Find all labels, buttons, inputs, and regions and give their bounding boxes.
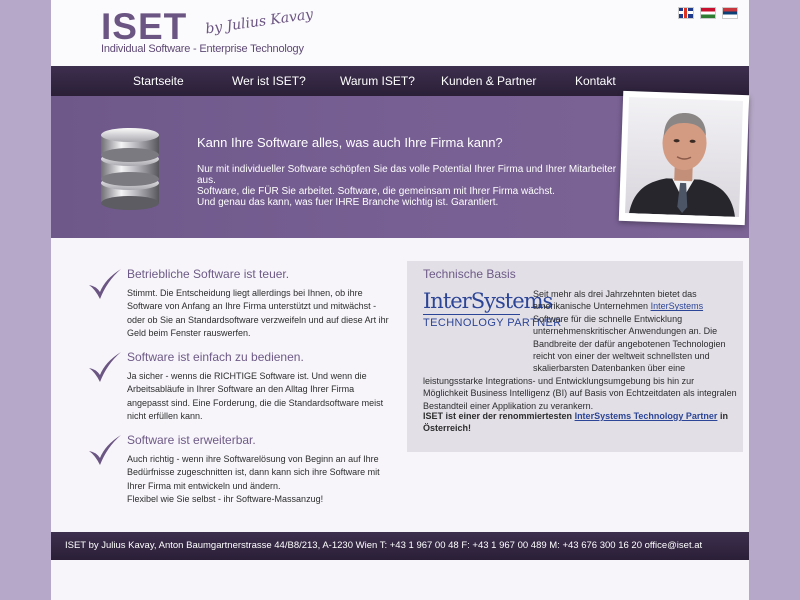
feature-text: Stimmt. Die Entscheidung liegt allerding… bbox=[127, 288, 389, 338]
nav-item-startseite[interactable]: Startseite bbox=[133, 66, 184, 96]
footer: ISET by Julius Kavay, Anton Baumgartners… bbox=[51, 532, 749, 560]
hero-banner: Kann Ihre Software alles, was auch Ihre … bbox=[51, 90, 750, 238]
person-portrait-icon bbox=[629, 113, 735, 217]
checkmark-icon bbox=[89, 352, 121, 382]
banner-line: Und genau das kann, was fuer IHRE Branch… bbox=[197, 197, 499, 208]
nav-item-kontakt[interactable]: Kontakt bbox=[575, 66, 616, 96]
banner-line: Nur mit individueller Software schöpfen … bbox=[197, 164, 617, 186]
uk-flag-icon[interactable] bbox=[678, 7, 694, 19]
panel-title: Technische Basis bbox=[423, 267, 516, 281]
feature-title: Software ist einfach zu bedienen. bbox=[127, 350, 304, 364]
checkmark-icon bbox=[89, 435, 121, 465]
banner-line: Software, die FÜR Sie arbeitet. Software… bbox=[197, 186, 555, 197]
feature-text-part: Auch richtig - wenn ihre Softwarelösung … bbox=[127, 454, 380, 491]
portrait-photo bbox=[618, 90, 750, 226]
nav-item-kunden-partner[interactable]: Kunden & Partner bbox=[441, 66, 536, 96]
serbia-flag-icon[interactable] bbox=[722, 7, 738, 19]
panel-bold-part: ISET ist einer der renommiertesten bbox=[423, 411, 575, 421]
technical-basis-panel: Technische Basis InterSystems TECHNOLOGY… bbox=[407, 261, 743, 452]
hungary-flag-icon[interactable] bbox=[700, 7, 716, 19]
intersystems-link[interactable]: InterSystems bbox=[651, 301, 704, 311]
language-switcher bbox=[678, 7, 738, 19]
header: ISET by Julius Kavay Individual Software… bbox=[51, 0, 749, 66]
footer-contact-text: ISET by Julius Kavay, Anton Baumgartners… bbox=[65, 540, 703, 551]
banner-text: Nur mit individueller Software schöpfen … bbox=[197, 164, 627, 208]
panel-partner-text: ISET ist einer der renommiertesten Inter… bbox=[423, 410, 738, 435]
feature-title: Software ist erweiterbar. bbox=[127, 433, 256, 447]
logo-text: ISET bbox=[101, 6, 188, 47]
logo-tagline: Individual Software - Enterprise Technol… bbox=[101, 43, 304, 55]
nav-item-wer-ist-iset[interactable]: Wer ist ISET? bbox=[232, 66, 306, 96]
feature-text: Ja sicher - wenns die RICHTIGE Software … bbox=[127, 371, 384, 421]
page: ISET by Julius Kavay Individual Software… bbox=[51, 0, 750, 600]
feature-text: Auch richtig - wenn ihre Softwarelösung … bbox=[127, 453, 395, 506]
nav-item-warum-iset[interactable]: Warum ISET? bbox=[340, 66, 415, 96]
feature-title: Betriebliche Software ist teuer. bbox=[127, 267, 290, 281]
database-icon bbox=[101, 128, 159, 210]
logo-by-text: by Julius Kavay bbox=[204, 6, 315, 38]
checkmark-icon bbox=[89, 269, 121, 299]
panel-text: Seit mehr als drei Jahrzehnten bietet da… bbox=[423, 288, 738, 412]
banner-title: Kann Ihre Software alles, was auch Ihre … bbox=[197, 135, 503, 150]
feature-text-part: Flexibel wie Sie selbst - ihr Software-M… bbox=[127, 493, 324, 504]
technology-partner-link[interactable]: InterSystems Technology Partner bbox=[575, 411, 718, 421]
